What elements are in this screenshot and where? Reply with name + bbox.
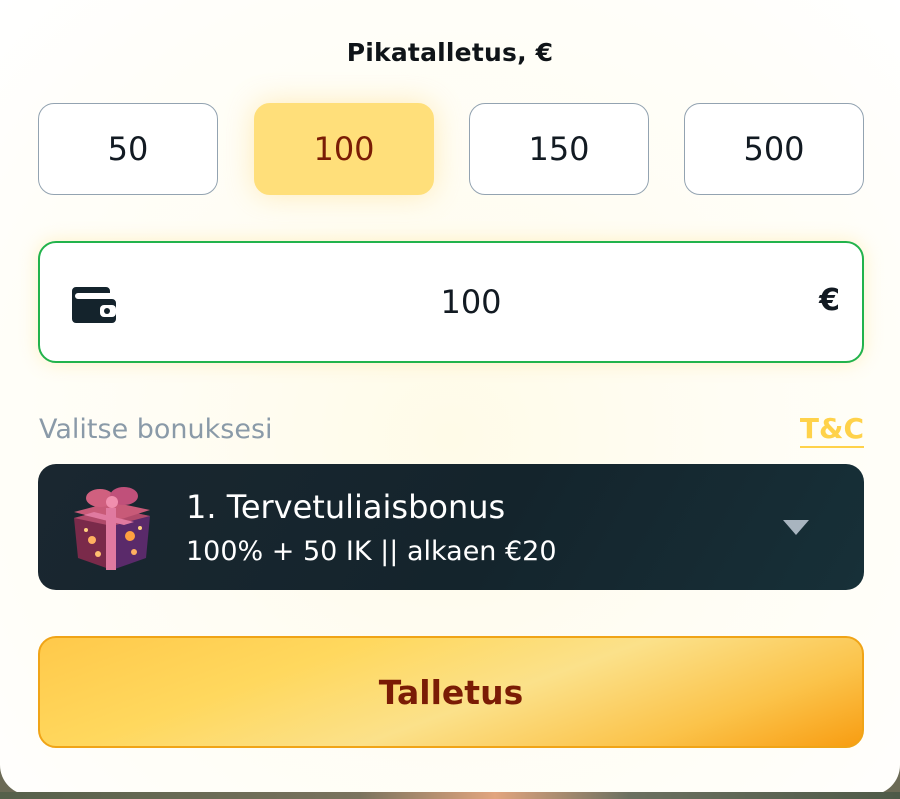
amount-button-50[interactable]: 50 [38,103,218,195]
bonus-select-label: Valitse bonuksesi [39,414,273,445]
bonus-description: 100% + 50 IK || alkaen €20 [186,536,557,567]
amount-button-500[interactable]: 500 [684,103,864,195]
terms-and-conditions-link[interactable]: T&C [799,412,864,448]
amount-button-150[interactable]: 150 [469,103,649,195]
panel-title: Pikatalletus, € [346,38,554,67]
amount-value[interactable]: 100 [160,283,782,321]
amount-input-field[interactable]: 100 € [38,241,864,363]
bonus-dropdown[interactable]: 1. Tervetuliaisbonus 100% + 50 IK || alk… [38,464,864,590]
wallet-icon [72,287,116,323]
amount-button-100[interactable]: 100 [254,103,434,195]
deposit-button[interactable]: Talletus [38,636,864,748]
quick-deposit-panel: Pikatalletus, € 50 100 150 500 100 € Val… [0,0,900,795]
gift-box-icon [74,487,150,570]
bonus-title: 1. Tervetuliaisbonus [186,488,506,526]
currency-symbol: € [819,283,840,318]
chevron-down-icon [783,520,809,535]
background-strip [0,792,900,799]
